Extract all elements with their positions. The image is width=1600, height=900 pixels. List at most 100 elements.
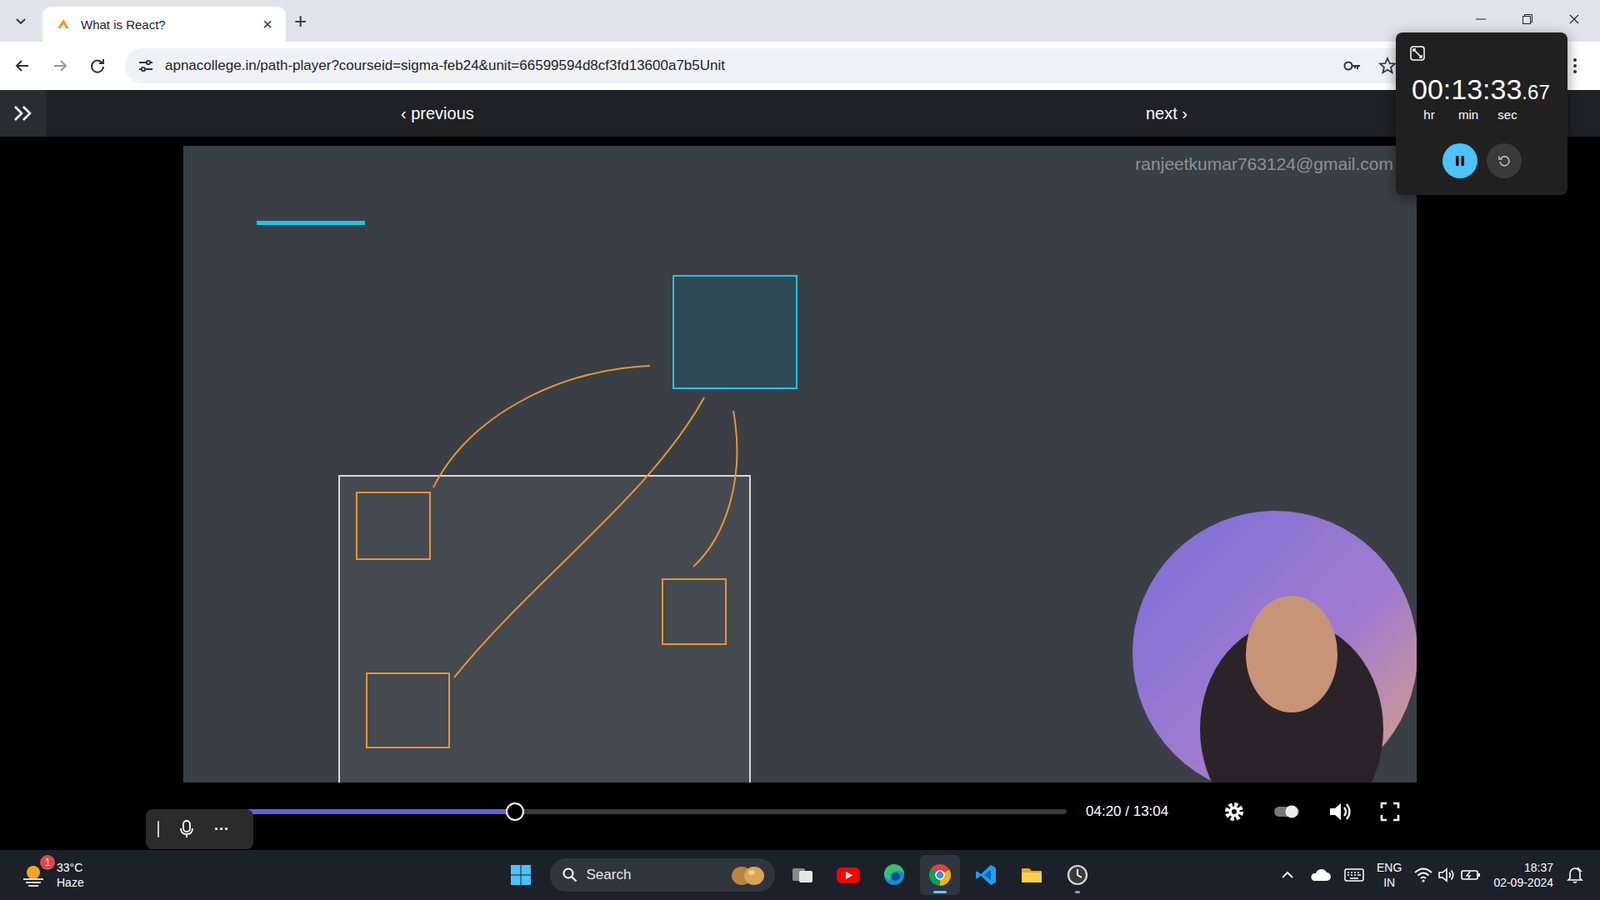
speaker-icon bbox=[1436, 865, 1457, 885]
key-icon[interactable] bbox=[1342, 55, 1363, 76]
region-code: IN bbox=[1383, 875, 1395, 890]
expand-window-icon[interactable] bbox=[1409, 45, 1426, 62]
video-picture bbox=[183, 145, 1417, 783]
progress-thumb[interactable] bbox=[505, 802, 525, 821]
windows-logo-icon bbox=[510, 864, 532, 886]
sidebar-toggle-button[interactable] bbox=[0, 90, 46, 137]
arrow-right-icon bbox=[50, 56, 70, 75]
battery-charging-icon bbox=[1460, 865, 1482, 885]
pause-icon bbox=[1453, 154, 1467, 168]
onedrive-cloud-icon[interactable] bbox=[1308, 865, 1332, 885]
site-settings-icon[interactable] bbox=[136, 56, 155, 75]
playback-time: 04:20 / 13:04 bbox=[1085, 803, 1169, 820]
taskbar-clock[interactable]: 18:37 02-09-2024 bbox=[1493, 860, 1554, 890]
url-text[interactable]: apnacollege.in/path-player?courseid=sigm… bbox=[165, 57, 1333, 75]
new-tab-button[interactable]: + bbox=[294, 10, 307, 32]
browser-toolbar: apnacollege.in/path-player?courseid=sigm… bbox=[0, 41, 1600, 90]
stopwatch-main-time: 00:13:33 bbox=[1411, 72, 1522, 106]
tab-strip: What is React? × + bbox=[0, 0, 1600, 42]
settings-gear-icon[interactable] bbox=[1222, 800, 1246, 824]
stopwatch-unit-label: sec bbox=[1491, 107, 1524, 123]
taskbar-app[interactable] bbox=[828, 855, 869, 895]
email-watermark: ranjeetkumar763124@gmail.com bbox=[1135, 154, 1394, 175]
taskbar-app[interactable] bbox=[1057, 855, 1098, 895]
stopwatch-units: hrminsec bbox=[1395, 107, 1568, 123]
restore-icon bbox=[1520, 12, 1535, 26]
taskbar-app[interactable] bbox=[920, 855, 960, 895]
start-button[interactable] bbox=[503, 855, 539, 895]
clock-time: 18:37 bbox=[1524, 860, 1554, 875]
screen: What is React? × + apnacollege.in/path-p… bbox=[0, 0, 1600, 900]
running-indicator bbox=[1075, 890, 1080, 894]
voice-typing-more-button[interactable]: ··· bbox=[214, 821, 230, 837]
language-code: ENG bbox=[1376, 860, 1402, 875]
autoplay-toggle-icon[interactable] bbox=[1272, 800, 1301, 824]
chevron-down-icon bbox=[14, 14, 28, 28]
course-nav: ‹ previous next › bbox=[0, 90, 1600, 137]
search-placeholder: Search bbox=[586, 866, 720, 884]
search-magnifier-icon bbox=[561, 866, 579, 884]
weather-text: 33°C Haze bbox=[56, 860, 85, 890]
address-bar[interactable]: apnacollege.in/path-player?courseid=sigm… bbox=[125, 48, 1413, 84]
notification-bell-icon[interactable] bbox=[1565, 865, 1585, 885]
taskbar-app[interactable] bbox=[782, 855, 823, 895]
tab-close-button[interactable]: × bbox=[259, 15, 276, 33]
minimize-icon bbox=[1474, 12, 1488, 26]
stopwatch-unit-label: hr bbox=[1413, 107, 1445, 123]
tab-title: What is React? bbox=[80, 17, 250, 32]
temperature: 33°C bbox=[56, 860, 85, 875]
previous-button[interactable]: ‹ previous bbox=[400, 104, 475, 124]
next-button[interactable]: next › bbox=[1145, 104, 1188, 124]
edge-browser-icon bbox=[882, 863, 906, 887]
stopwatch-unit-label: min bbox=[1452, 107, 1485, 123]
microphone-icon[interactable] bbox=[177, 819, 196, 840]
drag-handle[interactable] bbox=[157, 820, 160, 838]
keyboard-icon[interactable] bbox=[1343, 865, 1365, 885]
forward-button[interactable] bbox=[43, 49, 77, 83]
search-highlight-picture-icon bbox=[728, 862, 767, 888]
close-icon bbox=[1567, 12, 1581, 26]
file-explorer-icon bbox=[1020, 863, 1044, 887]
wifi-icon bbox=[1413, 865, 1434, 885]
clock-app-icon bbox=[1065, 863, 1090, 887]
taskbar-app[interactable] bbox=[965, 855, 1006, 895]
stopwatch-fraction: .67 bbox=[1521, 80, 1550, 105]
taskbar-search[interactable]: Search bbox=[550, 858, 775, 892]
bookmark-star-icon[interactable] bbox=[1377, 55, 1398, 76]
back-button[interactable] bbox=[5, 49, 40, 83]
system-tray: ENG IN 18:37 02-09-2024 bbox=[1097, 860, 1600, 890]
weather-widget[interactable]: 1 33°C Haze bbox=[0, 860, 504, 890]
double-chevron-right-icon bbox=[12, 103, 35, 124]
input-language[interactable]: ENG IN bbox=[1376, 860, 1402, 890]
pause-button[interactable] bbox=[1442, 143, 1478, 179]
volume-icon[interactable] bbox=[1327, 800, 1353, 824]
arrow-left-icon bbox=[13, 56, 32, 75]
vscode-icon bbox=[974, 863, 998, 887]
progress-bar[interactable] bbox=[204, 809, 1067, 815]
stopwatch-widget: 00:13:33.67 hrminsec bbox=[1395, 32, 1568, 195]
stopwatch-header bbox=[1395, 44, 1568, 63]
video-frame[interactable]: ranjeetkumar763124@gmail.com bbox=[183, 145, 1417, 783]
notification-badge: 1 bbox=[40, 855, 55, 870]
chevron-up-icon[interactable] bbox=[1278, 865, 1297, 885]
taskbar-app[interactable] bbox=[1011, 855, 1052, 895]
clock-date: 02-09-2024 bbox=[1493, 875, 1554, 890]
task-view-icon bbox=[790, 863, 815, 887]
stopwatch-time: 00:13:33.67 bbox=[1395, 72, 1568, 106]
weather-condition: Haze bbox=[56, 875, 85, 890]
weather-icon-wrap: 1 bbox=[18, 860, 49, 890]
running-indicator bbox=[933, 890, 947, 894]
reload-button[interactable] bbox=[80, 49, 115, 83]
taskbar: 1 33°C Haze Search ENG IN 18:37 02-09-20… bbox=[0, 850, 1600, 900]
quick-settings[interactable] bbox=[1413, 865, 1482, 885]
taskbar-apps: Search bbox=[503, 855, 1098, 895]
taskbar-app[interactable] bbox=[874, 855, 915, 895]
apna-college-favicon-icon bbox=[55, 16, 71, 32]
player-buttons bbox=[1222, 800, 1401, 824]
browser-tab[interactable]: What is React? × bbox=[42, 6, 286, 42]
more-vertical-icon bbox=[1566, 56, 1584, 75]
reset-button[interactable] bbox=[1486, 143, 1522, 179]
fullscreen-icon[interactable] bbox=[1379, 800, 1401, 823]
tab-search-button[interactable] bbox=[6, 6, 35, 35]
reload-icon bbox=[88, 56, 107, 75]
